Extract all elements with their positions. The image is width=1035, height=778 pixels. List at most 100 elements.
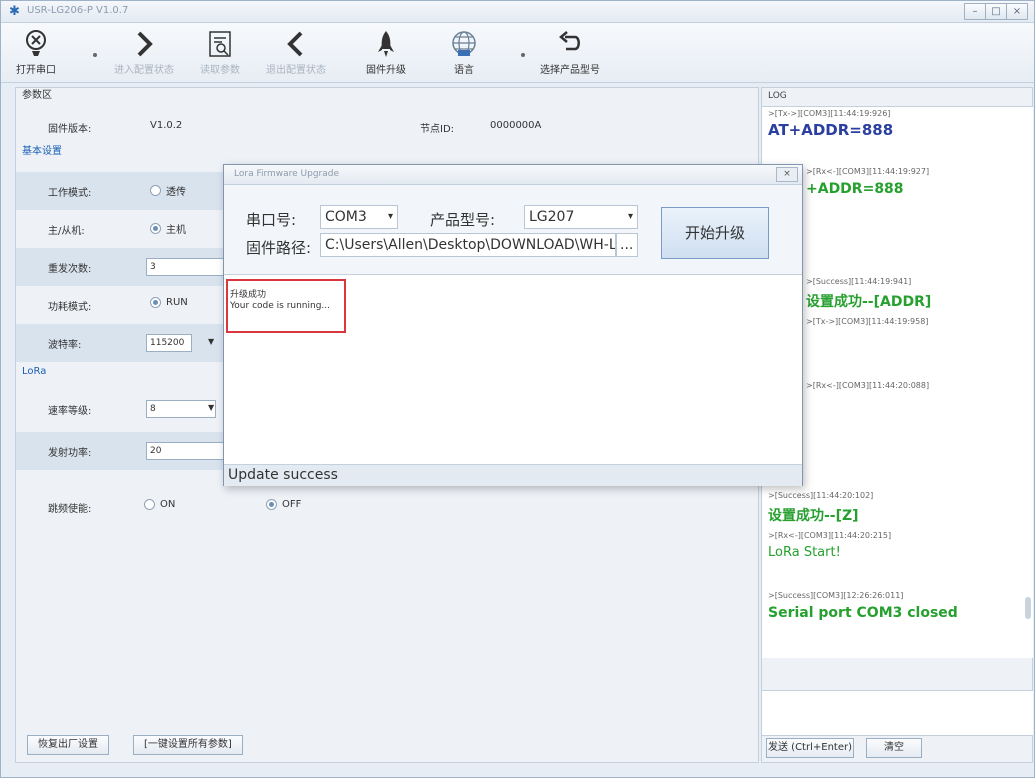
firmware-upgrade-button[interactable]: 固件升级	[351, 27, 421, 76]
log-line: >[Rx<-][COM3][11:44:20:215]	[768, 531, 892, 540]
log-line: >[Tx->][COM3][11:44:19:958]	[806, 317, 929, 326]
power-mode-radio[interactable]: RUN	[150, 297, 188, 308]
app-logo-icon: ✱	[9, 4, 20, 19]
toolbar-label: 固件升级	[366, 65, 406, 76]
log-line: +ADDR=888	[806, 181, 904, 197]
return-arrow-icon	[559, 31, 580, 51]
log-line: >[Success][11:44:20:102]	[768, 491, 874, 500]
toolbar-label: 进入配置状态	[114, 65, 174, 76]
frequency-hop-on-radio[interactable]: ON	[144, 499, 175, 510]
toolbar-label: 退出配置状态	[266, 65, 326, 76]
dialog-status-bar: Update success	[224, 464, 802, 486]
send-button[interactable]: 发送 (Ctrl+Enter)	[766, 738, 854, 758]
select-model-button[interactable]: 选择产品型号	[535, 27, 605, 76]
firmware-path-input[interactable]: C:\Users\Allen\Desktop\DOWNLOAD\WH-L(	[320, 233, 616, 257]
firmware-value: V1.0.2	[150, 120, 183, 131]
radio-dot	[150, 297, 161, 308]
speed-label: 速率等级:	[48, 406, 92, 417]
dialog-title-bar: Lora Firmware Upgrade ×	[224, 165, 802, 185]
work-mode-label: 工作模式:	[48, 188, 92, 199]
radio-dot	[144, 499, 155, 510]
port-select[interactable]: COM3 ▾	[320, 205, 398, 229]
radio-dot	[266, 499, 277, 510]
exit-config-button[interactable]: 退出配置状态	[261, 27, 331, 76]
upgrade-output: 升级成功 Your code is running...	[224, 274, 802, 466]
maximize-button[interactable]: □	[985, 3, 1007, 20]
model-label: 产品型号:	[430, 211, 496, 229]
radio-label: 主机	[166, 225, 186, 236]
log-line: 设置成功--[ADDR]	[806, 294, 932, 310]
model-value: LG207	[529, 209, 575, 225]
serial-port-icon	[26, 30, 46, 56]
log-line: LoRa Start!	[768, 545, 841, 560]
browse-button[interactable]: ...	[616, 233, 638, 257]
toolbar-label: 选择产品型号	[540, 65, 600, 76]
set-all-params-button[interactable]: [一键设置所有参数]	[133, 735, 243, 755]
master-radio[interactable]: 主机	[150, 221, 186, 236]
speed-select[interactable]: 8	[146, 400, 216, 418]
clear-button[interactable]: 清空	[866, 738, 922, 758]
app-window: ✱ USR-LG206-P V1.0.7 – □ × 打开串口 进入配置状态 读…	[0, 0, 1035, 778]
start-upgrade-button[interactable]: 开始升级	[661, 207, 769, 259]
frequency-hop-off-radio[interactable]: OFF	[266, 499, 301, 510]
tx-power-label: 发射功率:	[48, 448, 92, 459]
radio-dot	[150, 223, 161, 234]
window-controls: – □ ×	[964, 3, 1028, 20]
dialog-close-button[interactable]: ×	[776, 167, 798, 182]
title-bar: ✱ USR-LG206-P V1.0.7 – □ ×	[1, 1, 1034, 23]
close-window-button[interactable]: ×	[1006, 3, 1028, 20]
running-message: Your code is running...	[230, 301, 331, 311]
chevron-down-icon[interactable]: ▼	[208, 403, 214, 412]
toolbar-label: 打开串口	[16, 65, 56, 76]
toolbar-separator-dot	[521, 53, 525, 57]
log-line: AT+ADDR=888	[768, 121, 894, 139]
baud-label: 波特率:	[48, 340, 82, 351]
log-line: >[Rx<-][COM3][11:44:20:088]	[806, 381, 930, 390]
log-line: >[Tx->][COM3][11:44:19:926]	[768, 109, 891, 118]
minimize-button[interactable]: –	[964, 3, 986, 20]
chevron-down-icon[interactable]: ▼	[208, 337, 214, 346]
power-mode-label: 功耗模式:	[48, 302, 92, 313]
firmware-row: 固件版本: V1.0.2 节点ID: 0000000A	[16, 108, 760, 146]
log-line: >[Success][11:44:19:941]	[806, 277, 912, 286]
frequency-hop-label: 跳频使能:	[48, 504, 92, 515]
log-title: LOG	[768, 91, 787, 101]
node-id-value: 0000000A	[490, 120, 542, 131]
log-line: >[Success][COM3][12:26:26:011]	[768, 591, 904, 600]
baud-select[interactable]: 115200	[146, 334, 192, 352]
radio-label: OFF	[282, 499, 302, 510]
rocket-icon	[378, 31, 394, 57]
read-params-icon	[209, 31, 231, 57]
firmware-path-label: 固件路径:	[246, 239, 312, 257]
open-serial-port-button[interactable]: 打开串口	[1, 27, 71, 76]
factory-reset-button[interactable]: 恢复出厂设置	[27, 735, 109, 755]
radio-label: RUN	[166, 297, 188, 308]
port-label: 串口号:	[246, 211, 297, 229]
send-input[interactable]	[762, 690, 1033, 736]
chevron-right-icon	[137, 31, 153, 57]
model-select[interactable]: LG207 ▾	[524, 205, 638, 229]
chevron-down-icon: ▾	[627, 211, 633, 222]
enter-config-button[interactable]: 进入配置状态	[109, 27, 179, 76]
toolbar: 打开串口 进入配置状态 读取参数 退出配置状态 固件升级 语言 选择产品型号	[1, 23, 1034, 83]
radio-dot	[150, 185, 161, 196]
dialog-title: Lora Firmware Upgrade	[234, 169, 340, 179]
retry-input[interactable]: 3	[146, 258, 226, 276]
radio-label: ON	[160, 499, 176, 510]
log-vertical-scrollbar[interactable]	[1025, 597, 1031, 619]
retry-label: 重发次数:	[48, 264, 92, 275]
work-mode-radio[interactable]: 透传	[150, 183, 186, 198]
params-section-title: 参数区	[22, 90, 52, 101]
firmware-label: 固件版本:	[48, 124, 92, 135]
log-line: 设置成功--[Z]	[768, 508, 859, 524]
log-line: Serial port COM3 closed	[768, 605, 958, 621]
toolbar-separator-dot	[93, 53, 97, 57]
basic-section-title: 基本设置	[22, 146, 62, 157]
frequency-hop-row: 跳频使能: ON OFF	[16, 488, 760, 526]
chevron-down-icon: ▾	[387, 211, 393, 222]
upgrade-result-text: 升级成功	[230, 290, 267, 300]
language-button[interactable]: 语言	[429, 27, 499, 76]
read-params-button[interactable]: 读取参数	[185, 27, 255, 76]
tx-power-input[interactable]: 20	[146, 442, 226, 460]
radio-label: 透传	[166, 187, 186, 198]
